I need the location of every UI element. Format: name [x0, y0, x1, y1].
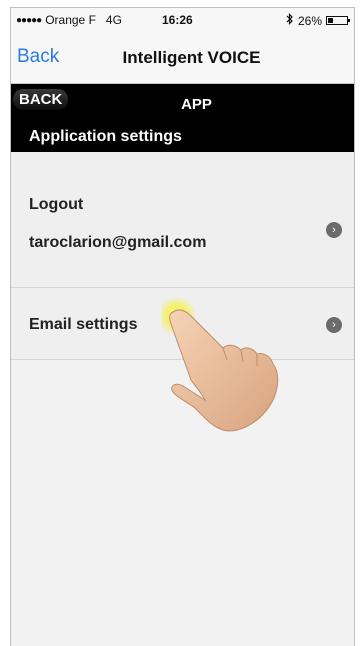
signal-strength-icon: ●●●●● [16, 14, 42, 26]
bluetooth-icon [286, 13, 294, 28]
phone-screen: ●●●●● Orange F 4G 16:26 26% Back Intelli… [10, 7, 355, 646]
nav-title: Intelligent VOICE [122, 48, 261, 67]
status-bar: ●●●●● Orange F 4G 16:26 26% [11, 8, 354, 32]
logout-row[interactable]: Logout taroclarion@gmail.com › [11, 152, 354, 288]
navigation-bar: Back Intelligent VOICE [11, 32, 354, 84]
carrier-name: Orange F [45, 13, 96, 27]
app-title: APP [181, 96, 212, 113]
battery-percent: 26% [297, 13, 322, 28]
pointing-hand-icon [161, 296, 279, 432]
account-email: taroclarion@gmail.com [29, 234, 207, 251]
app-subtitle: Application settings [29, 128, 182, 145]
chevron-right-icon: › [326, 317, 342, 333]
clock: 16:26 [162, 13, 193, 27]
battery-icon [326, 16, 350, 25]
chevron-right-icon: › [326, 222, 342, 238]
logout-label: Logout [29, 196, 84, 213]
app-header: BACK APP Application settings [11, 84, 354, 152]
battery-level [328, 18, 333, 23]
network-type: 4G [105, 13, 122, 27]
email-settings-label: Email settings [29, 316, 138, 333]
